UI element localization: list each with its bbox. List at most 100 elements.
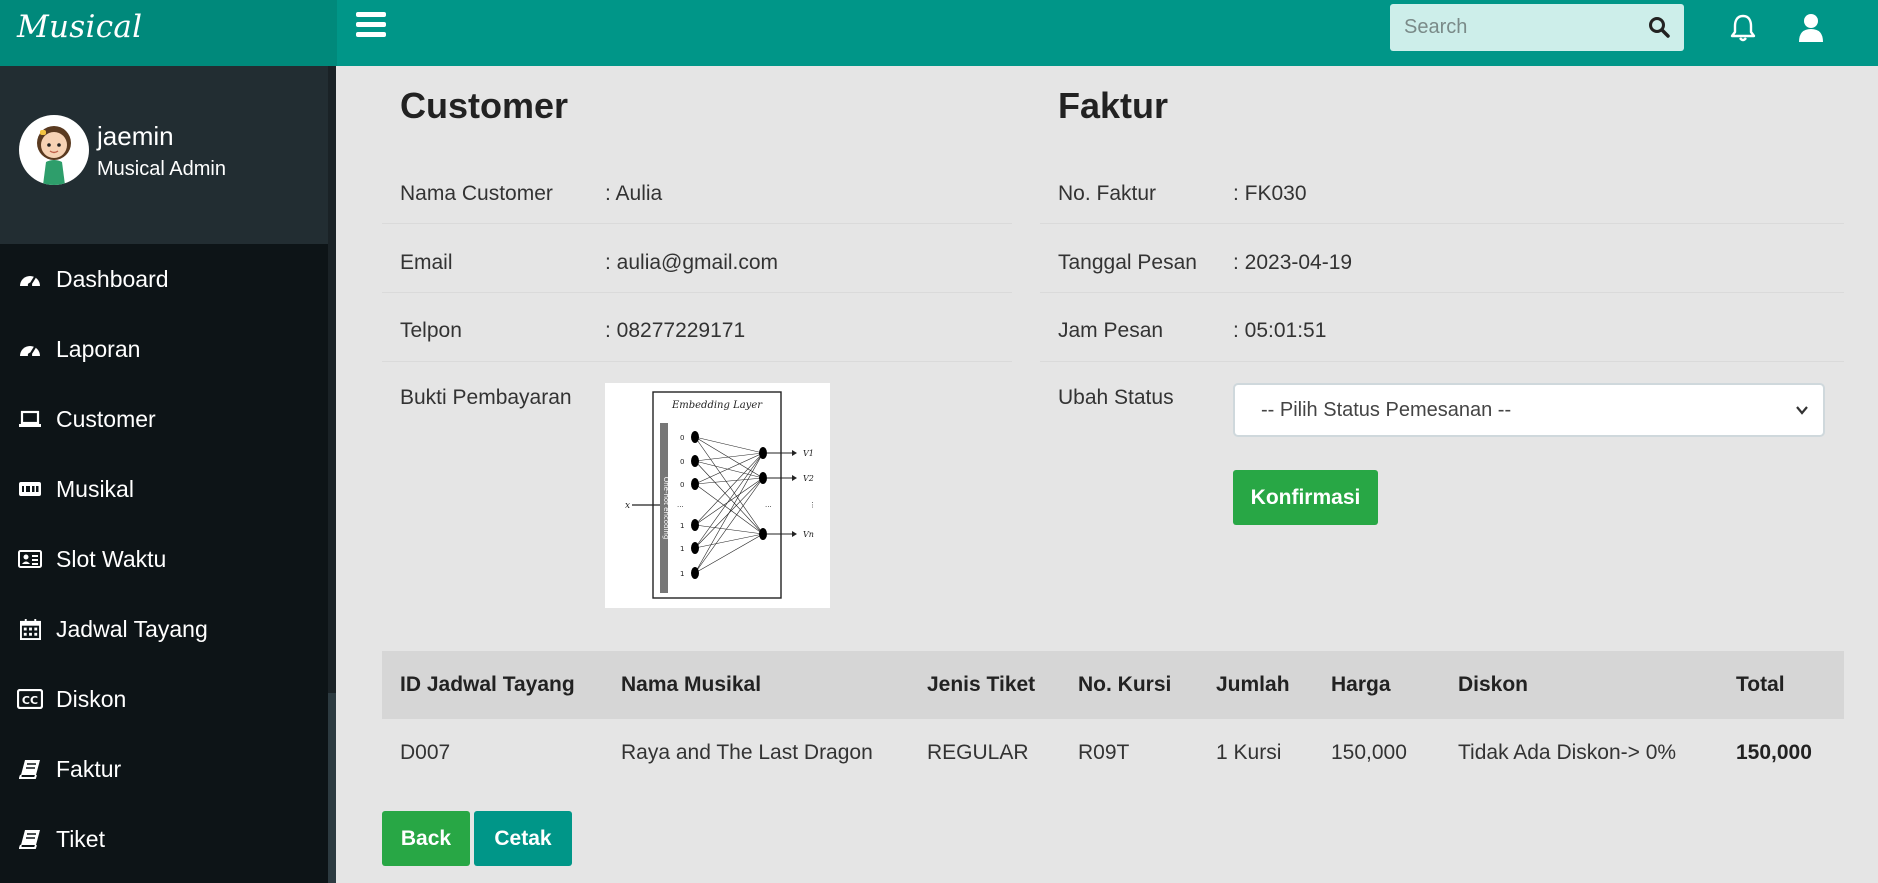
sidebar-item-label: Slot Waktu bbox=[56, 545, 167, 572]
brand-logo[interactable]: Musical Reservation bbox=[0, 0, 337, 99]
column-header: Total bbox=[1736, 673, 1785, 696]
cell-musical-name: Raya and The Last Dragon bbox=[621, 741, 873, 764]
user-role: Musical Admin bbox=[97, 158, 226, 180]
main-content: Customer Nama Customer : Aulia Email : a… bbox=[337, 66, 1878, 883]
cell-price: 150,000 bbox=[1331, 741, 1407, 764]
sidebar-item-label: Laporan bbox=[56, 335, 141, 362]
order-table-header: ID Jadwal Tayang Nama Musikal Jenis Tike… bbox=[382, 651, 1844, 719]
status-select[interactable]: -- Pilih Status Pemesanan -- bbox=[1233, 383, 1825, 437]
sidebar-item-label: Customer bbox=[56, 405, 156, 432]
sidebar-item-jadwal-tayang[interactable]: Jadwal Tayang bbox=[0, 594, 328, 664]
sidebar-item-label: Musikal bbox=[56, 475, 134, 502]
customer-name-value: : Aulia bbox=[605, 182, 663, 205]
sidebar-item-customer[interactable]: Customer bbox=[0, 384, 328, 454]
proof-bit: 1 bbox=[680, 522, 684, 530]
svg-text:CC: CC bbox=[22, 694, 38, 707]
user-name: jaemin bbox=[97, 121, 174, 151]
proof-bit: 1 bbox=[680, 545, 684, 553]
sidebar-scrollbar[interactable] bbox=[328, 66, 336, 883]
column-header: Diskon bbox=[1458, 673, 1529, 696]
sidebar-item-dashboard[interactable]: Dashboard bbox=[0, 244, 328, 314]
sidebar-item-label: Jadwal Tayang bbox=[56, 615, 208, 642]
bell-icon[interactable] bbox=[1728, 13, 1758, 43]
back-button[interactable]: Back bbox=[382, 811, 470, 866]
svg-text:⋮: ⋮ bbox=[809, 501, 816, 509]
proof-output: V1 bbox=[803, 449, 814, 458]
order-date-label: Tanggal Pesan bbox=[1058, 251, 1197, 274]
column-header: Harga bbox=[1331, 673, 1391, 696]
customer-phone-value: : 08277229171 bbox=[605, 319, 746, 342]
divider bbox=[1040, 292, 1844, 293]
invoice-number-label: No. Faktur bbox=[1058, 182, 1157, 205]
search-icon[interactable] bbox=[1648, 16, 1670, 38]
proof-output: V2 bbox=[803, 474, 814, 483]
proof-bit: ... bbox=[677, 501, 684, 509]
menu-toggle-icon[interactable] bbox=[356, 12, 386, 40]
top-navbar: Musical Reservation bbox=[0, 0, 1878, 99]
order-time-value: : 05:01:51 bbox=[1233, 319, 1327, 342]
status-select-value: -- Pilih Status Pemesanan -- bbox=[1261, 399, 1512, 421]
divider bbox=[1040, 361, 1844, 362]
search-box bbox=[1390, 4, 1684, 51]
sidebar-item-diskon[interactable]: CC Diskon bbox=[0, 664, 328, 734]
sidebar-item-faktur[interactable]: Faktur bbox=[0, 734, 328, 804]
payment-proof-label: Bukti Pembayaran bbox=[400, 386, 572, 409]
column-header: No. Kursi bbox=[1078, 673, 1172, 696]
sidebar-item-label: Faktur bbox=[56, 755, 122, 782]
sidebar-item-laporan[interactable]: Laporan bbox=[0, 314, 328, 384]
avatar bbox=[19, 115, 89, 185]
svg-text:...: ... bbox=[765, 501, 772, 509]
user-profile-panel: jaemin Musical Admin bbox=[0, 66, 328, 244]
proof-output: Vn bbox=[803, 530, 814, 539]
sidebar-item-slot-waktu[interactable]: Slot Waktu bbox=[0, 524, 328, 594]
id-card-icon bbox=[17, 548, 43, 570]
customer-email-label: Email bbox=[400, 251, 453, 274]
divider bbox=[382, 292, 1012, 293]
payment-proof-image[interactable]: Embedding Layer One-hot encoding x 0 0 0… bbox=[605, 383, 830, 608]
cell-quantity: 1 Kursi bbox=[1216, 741, 1282, 764]
user-icon[interactable] bbox=[1797, 13, 1825, 43]
confirm-button[interactable]: Konfirmasi bbox=[1233, 470, 1378, 525]
order-date-value: : 2023-04-19 bbox=[1233, 251, 1353, 274]
customer-phone-label: Telpon bbox=[400, 319, 462, 342]
sidebar-item-musikal[interactable]: Musikal bbox=[0, 454, 328, 524]
book-icon bbox=[17, 758, 43, 780]
sidebar-item-label: Diskon bbox=[56, 685, 127, 712]
dashboard-icon bbox=[17, 268, 43, 290]
order-time-label: Jam Pesan bbox=[1058, 319, 1164, 342]
sidebar-item-label: Tiket bbox=[56, 825, 105, 852]
column-header: ID Jadwal Tayang bbox=[400, 673, 575, 696]
cell-seat-number: R09T bbox=[1078, 741, 1130, 764]
print-button[interactable]: Cetak bbox=[474, 811, 572, 866]
proof-image-input-label: x bbox=[625, 501, 630, 511]
cell-total: 150,000 bbox=[1736, 741, 1812, 764]
proof-bit: 0 bbox=[680, 458, 684, 466]
divider bbox=[382, 223, 1012, 224]
scrollbar-thumb[interactable] bbox=[328, 693, 336, 883]
divider bbox=[1040, 223, 1844, 224]
sidebar: jaemin Musical Admin Dashboard Laporan C… bbox=[0, 66, 328, 883]
search-input[interactable] bbox=[1390, 4, 1630, 51]
proof-bit: 1 bbox=[680, 570, 684, 578]
sidebar-menu: Dashboard Laporan Customer Musikal Slot … bbox=[0, 244, 328, 874]
column-header: Nama Musikal bbox=[621, 673, 762, 696]
change-status-label: Ubah Status bbox=[1058, 386, 1174, 409]
customer-heading: Customer bbox=[400, 85, 569, 126]
invoice-heading: Faktur bbox=[1058, 85, 1169, 126]
customer-name-label: Nama Customer bbox=[400, 182, 553, 205]
cc-icon: CC bbox=[17, 688, 43, 710]
divider bbox=[382, 361, 1012, 362]
cell-discount: Tidak Ada Diskon-> 0% bbox=[1458, 741, 1677, 764]
sidebar-item-tiket[interactable]: Tiket bbox=[0, 804, 328, 874]
calendar-icon bbox=[17, 618, 43, 640]
chevron-down-icon bbox=[1796, 406, 1808, 415]
laptop-icon bbox=[17, 408, 43, 430]
sidebar-item-label: Dashboard bbox=[56, 265, 169, 292]
column-header: Jenis Tiket bbox=[927, 673, 1036, 696]
book-icon bbox=[17, 828, 43, 850]
imdb-icon bbox=[17, 478, 43, 500]
invoice-number-value: : FK030 bbox=[1233, 182, 1307, 205]
cell-ticket-type: REGULAR bbox=[927, 741, 1029, 764]
proof-bit: 0 bbox=[680, 481, 684, 489]
dashboard-icon bbox=[17, 338, 43, 360]
